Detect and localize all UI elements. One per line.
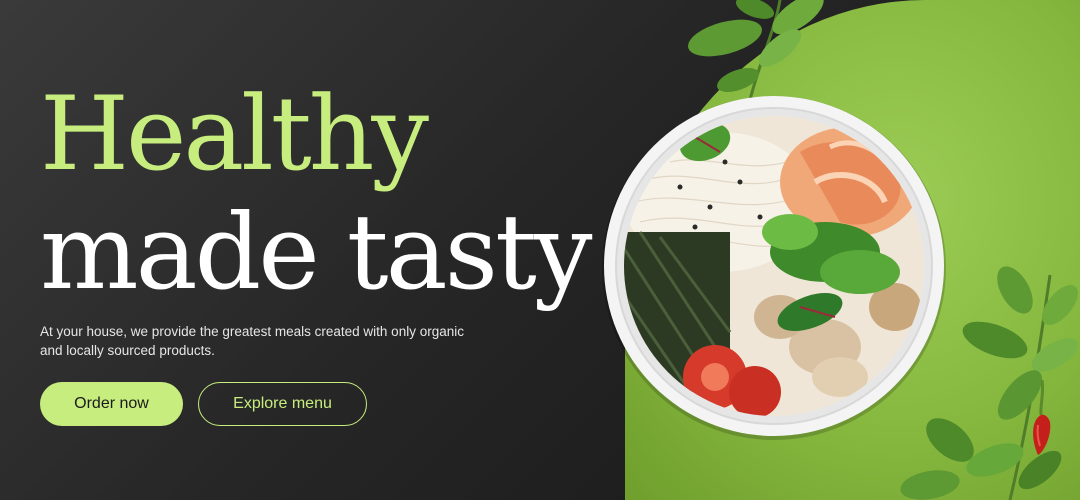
order-now-button[interactable]: Order now xyxy=(40,382,183,426)
headline-line-1: Healthy xyxy=(40,75,429,194)
chili-pepper-icon xyxy=(1033,380,1051,455)
hero-description: At your house, we provide the greatest m… xyxy=(40,324,464,358)
headline-line-2: made tasty xyxy=(40,191,593,313)
hero-banner: Healthy made tasty At your house, we pro… xyxy=(0,0,1080,500)
explore-menu-button[interactable]: Explore menu xyxy=(198,382,367,426)
